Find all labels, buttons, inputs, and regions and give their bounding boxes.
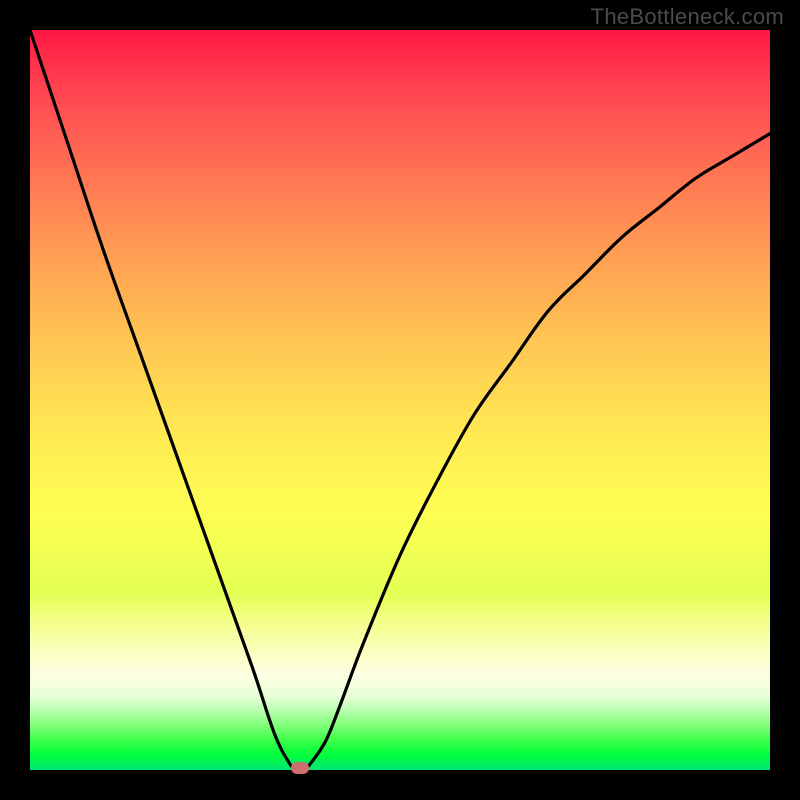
chart-frame: TheBottleneck.com (0, 0, 800, 800)
plot-background-gradient (30, 30, 770, 770)
bottleneck-point-marker (291, 762, 309, 774)
watermark-text: TheBottleneck.com (591, 4, 784, 30)
bottleneck-curve (30, 30, 770, 770)
